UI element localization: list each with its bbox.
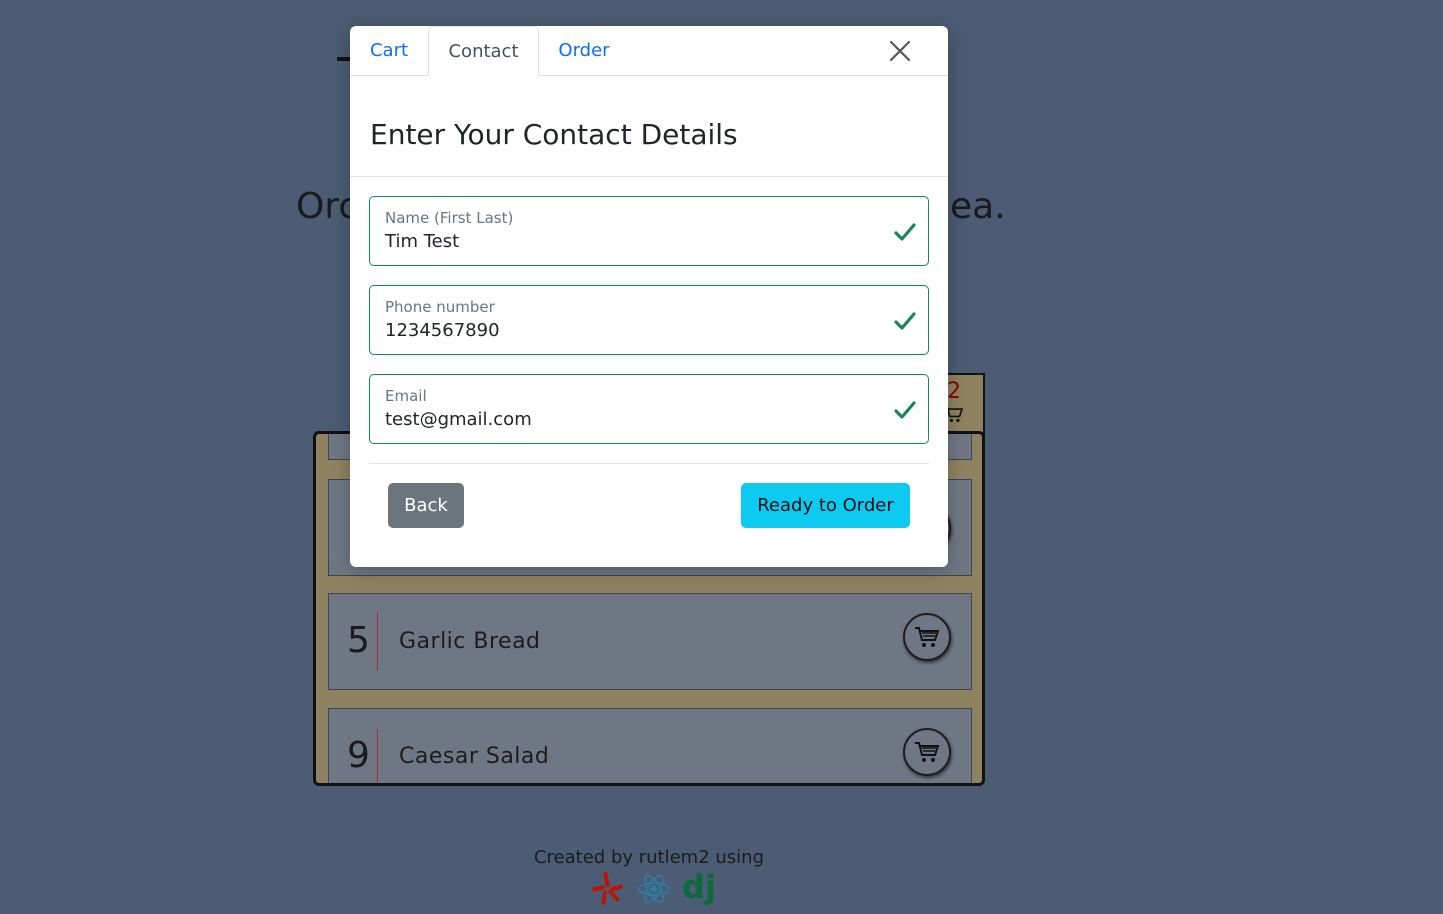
email-input[interactable] [385, 409, 865, 430]
back-button[interactable]: Back [388, 483, 464, 528]
menu-item-number: 9 [347, 735, 370, 776]
title-divider [350, 176, 948, 177]
footer-credit: Created by rutlem2 using [533, 847, 765, 868]
menu-item-number: 5 [347, 620, 370, 661]
name-input[interactable] [385, 231, 865, 252]
cart-icon [915, 627, 940, 647]
svg-text:dj: dj [682, 868, 716, 906]
phone-input[interactable] [385, 320, 865, 341]
phone-field-label: Phone number [385, 298, 495, 316]
add-to-cart-button[interactable] [903, 728, 951, 776]
valid-check-icon [894, 312, 916, 330]
menu-item-divider [377, 729, 378, 783]
modal-title: Enter Your Contact Details [370, 118, 738, 151]
menu-item-name: Caesar Salad [399, 744, 550, 769]
cart-count: 2 [947, 379, 961, 404]
add-to-cart-button[interactable] [903, 613, 951, 661]
footer-divider [369, 463, 929, 464]
cart-icon [915, 742, 940, 762]
header-fragment [337, 57, 351, 61]
tab-cart[interactable]: Cart [358, 26, 420, 75]
close-button[interactable] [888, 39, 912, 63]
ready-to-order-button[interactable]: Ready to Order [741, 483, 910, 528]
valid-check-icon [894, 401, 916, 419]
contact-modal: Cart Contact Order Enter Your Contact De… [350, 26, 948, 567]
name-field[interactable]: Name (First Last) [369, 196, 929, 266]
modal-tabs: Cart Contact Order [350, 26, 948, 76]
close-icon [889, 40, 911, 62]
react-icon [638, 874, 670, 904]
phone-field[interactable]: Phone number [369, 285, 929, 355]
menu-item: 9 Caesar Salad [328, 708, 972, 783]
email-field[interactable]: Email [369, 374, 929, 444]
tab-contact[interactable]: Contact [428, 26, 539, 76]
tab-order[interactable]: Order [548, 26, 620, 75]
valid-check-icon [894, 223, 916, 241]
headline-fragment-right: ea. [950, 186, 1006, 227]
django-icon: dj [682, 868, 716, 906]
menu-item-name: Garlic Bread [399, 629, 541, 654]
name-field-label: Name (First Last) [385, 209, 514, 227]
yelp-icon [592, 871, 623, 905]
menu-item: 5 Garlic Bread [328, 593, 972, 690]
menu-item-divider [377, 612, 378, 670]
headline-fragment-left: Orc [296, 186, 359, 227]
footer-tech-icons: dj [590, 868, 720, 910]
email-field-label: Email [385, 387, 427, 405]
